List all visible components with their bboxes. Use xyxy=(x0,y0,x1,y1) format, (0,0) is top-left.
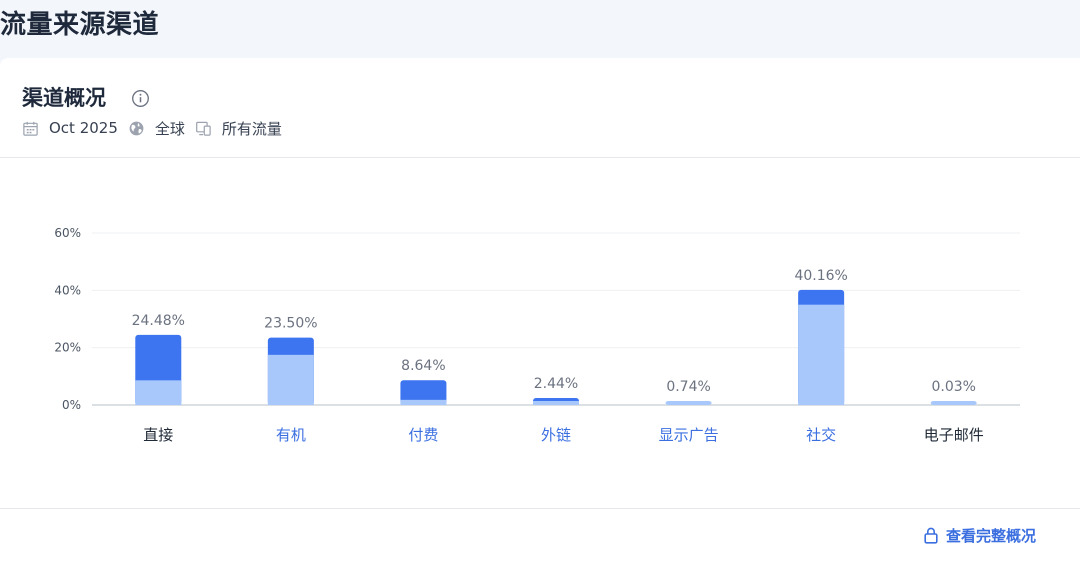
card-footer: 查看完整概况 xyxy=(0,508,1080,566)
y-tick-label: 60% xyxy=(54,226,81,240)
info-icon[interactable] xyxy=(131,89,150,108)
x-category-label[interactable]: 显示广告 xyxy=(659,426,719,444)
bar-segment-light xyxy=(267,354,314,405)
view-full-overview-label: 查看完整概况 xyxy=(945,527,1036,545)
bar-segment-light xyxy=(930,401,977,405)
x-category-label[interactable]: 有机 xyxy=(276,426,306,444)
devices-icon xyxy=(195,121,211,136)
calendar-icon xyxy=(23,121,38,136)
y-tick-label: 40% xyxy=(54,283,81,297)
y-tick-label: 20% xyxy=(54,341,81,355)
x-category-label: 电子邮件 xyxy=(924,426,984,444)
x-category-label[interactable]: 付费 xyxy=(408,426,438,444)
bar-value-label: 0.74% xyxy=(666,379,710,395)
x-category-label[interactable]: 外链 xyxy=(541,426,571,444)
meta-region: 全球 xyxy=(154,119,185,138)
bar-segment-light xyxy=(665,401,712,405)
x-category-label[interactable]: 社交 xyxy=(806,426,836,444)
bar-value-label: 23.50% xyxy=(264,316,317,332)
bar-chart: 0% 20% 40% 60% 24.48% 直接 23.50% 有机 8.64% 付费 2.44% 外… xyxy=(54,226,1020,444)
view-full-overview-link[interactable]: 查看完整概况 xyxy=(924,525,1036,546)
page-title: 流量来源渠道 xyxy=(0,10,160,40)
y-tick-label: 0% xyxy=(62,398,81,412)
bar-value-label: 24.48% xyxy=(132,313,185,329)
bar-value-label: 8.64% xyxy=(401,358,445,374)
channel-chart: 0% 20% 40% 60% 24.48% 直接 23.50% 有机 8.64% 付费 2.44% 外… xyxy=(0,178,1080,508)
bar-segment-light xyxy=(135,380,182,405)
card-header: 渠道概况 Oct 2025 全球 所有流量 xyxy=(0,58,1080,158)
meta-date: Oct 2025 xyxy=(49,119,118,137)
meta-row: Oct 2025 全球 所有流量 xyxy=(22,118,292,138)
page-header: 流量来源渠道 xyxy=(0,0,1080,58)
bar-segment-light xyxy=(798,304,845,405)
bar-segment-light xyxy=(400,399,447,405)
bar-value-label: 40.16% xyxy=(794,268,847,284)
globe-icon xyxy=(129,121,144,135)
bar-segment-light xyxy=(533,401,579,405)
meta-traffic-scope: 所有流量 xyxy=(221,119,282,138)
lock-icon xyxy=(924,527,938,544)
bar-value-label: 2.44% xyxy=(534,376,578,392)
card-title: 渠道概况 xyxy=(22,86,106,110)
channel-overview-card: 渠道概况 Oct 2025 全球 所有流量 0% 20% 40% 60% 24.… xyxy=(0,58,1080,566)
bar-value-label: 0.03% xyxy=(931,379,975,395)
x-category-label: 直接 xyxy=(143,426,173,444)
